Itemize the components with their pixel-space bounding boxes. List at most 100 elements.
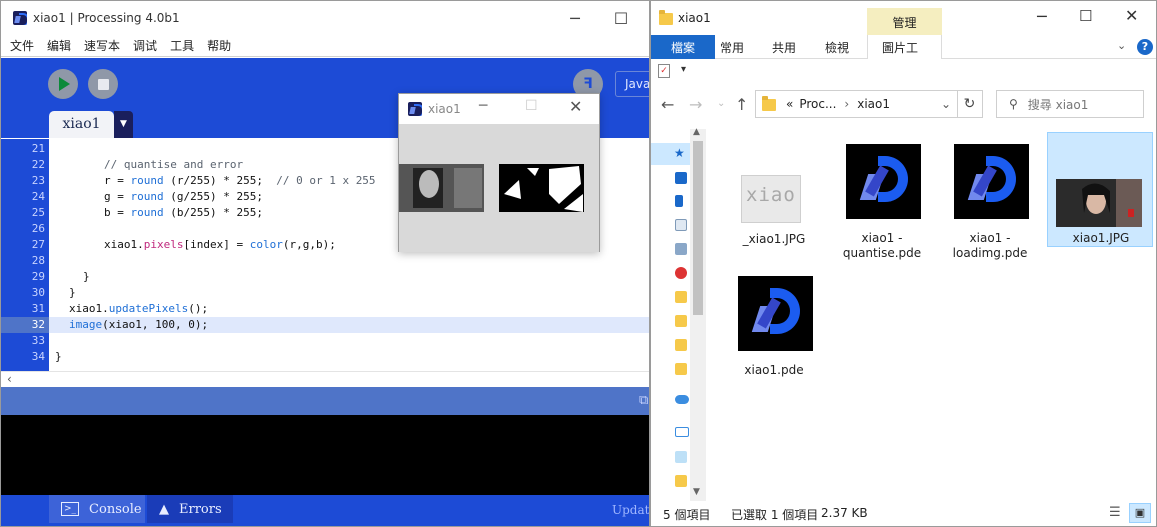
line-number: 29 [31, 270, 45, 283]
sketch-canvas[interactable] [399, 124, 599, 252]
address-part-xiao1[interactable]: xiao1 [857, 97, 890, 111]
menu-sketch[interactable]: 速写本 [84, 37, 120, 54]
menu-tools[interactable]: 工具 [170, 37, 194, 54]
maximize-icon[interactable]: ☐ [1079, 7, 1092, 25]
line-number: 30 [31, 286, 45, 299]
ribbon-tab-view[interactable]: 檢視 [825, 35, 849, 59]
menu-help[interactable]: 帮助 [207, 37, 231, 54]
processing-file-icon [738, 276, 813, 351]
navigation-bar: ← → ⌄ ↑ « Proc... › xiao1 ⌄ ↻ ⚲ 搜尋 xiao1 [651, 85, 1156, 123]
menu-edit[interactable]: 编辑 [47, 37, 71, 54]
ribbon-tab-share[interactable]: 共用 [772, 35, 796, 59]
this-pc-icon[interactable] [675, 427, 689, 437]
ribbon-file-tab[interactable]: 檔案 [651, 35, 715, 59]
refresh-button[interactable]: ↻ [957, 90, 983, 118]
manage-tab[interactable]: 管理 [867, 8, 942, 35]
address-bar[interactable]: « Proc... › xiao1 ⌄ [755, 90, 958, 118]
console-tab[interactable]: >_ Console [49, 495, 145, 523]
quick-access-item[interactable]: ★ [651, 143, 690, 165]
photo-face [419, 170, 439, 198]
folder-icon[interactable] [675, 339, 687, 351]
search-icon: ⚲ [1009, 97, 1018, 111]
horizontal-scrollbar[interactable]: ‹ [1, 371, 649, 387]
maximize-icon[interactable]: ☐ [598, 1, 644, 35]
onedrive-icon[interactable] [675, 395, 689, 404]
mode-selector[interactable]: Java [615, 71, 649, 97]
address-overflow[interactable]: « [786, 97, 793, 111]
menu-debug[interactable]: 调试 [133, 37, 157, 54]
music-icon[interactable] [675, 267, 687, 279]
up-icon[interactable]: ↑ [735, 95, 748, 114]
folder-icon[interactable] [675, 291, 687, 303]
file-item[interactable]: xiao1 -loadimg.pde [937, 139, 1043, 260]
scroll-left-icon[interactable]: ‹ [7, 372, 12, 386]
tab-xiao1[interactable]: xiao1 [49, 111, 114, 138]
folder-icon[interactable] [675, 315, 687, 327]
photo-thumbnail [1056, 179, 1142, 227]
code-line: 31 xiao1.updatePixels(); [1, 301, 649, 317]
file-item-selected[interactable]: xiao1.JPG [1047, 132, 1153, 247]
forward-icon[interactable]: → [689, 95, 702, 114]
large-icons-view-icon[interactable]: ▣ [1129, 503, 1151, 523]
folder-icon[interactable] [675, 475, 687, 487]
properties-icon[interactable]: ✓ [658, 64, 670, 78]
desktop-icon[interactable] [675, 172, 687, 184]
help-icon[interactable]: ? [1137, 39, 1153, 55]
run-button[interactable] [48, 69, 78, 99]
ribbon-tab-home[interactable]: 常用 [720, 35, 744, 59]
scrollbar-thumb[interactable] [693, 141, 703, 315]
address-part-proc[interactable]: Proc... [799, 97, 836, 111]
play-icon [59, 77, 70, 91]
sketch-title-bar: xiao1 ─ ☐ ✕ [399, 94, 599, 124]
code-text: } [69, 286, 76, 299]
close-icon[interactable]: ✕ [1125, 6, 1138, 25]
file-item[interactable]: xiao _xiao1.JPG [721, 139, 827, 255]
document-icon[interactable] [675, 219, 687, 231]
copy-icon[interactable]: ⧉ [639, 393, 648, 408]
quick-access-toolbar: ✓ ▾ [651, 59, 1156, 85]
ide-menu-bar: 文件 编辑 速写本 调试 工具 帮助 [1, 35, 649, 57]
selection-count: 已選取 1 個項目 [731, 508, 819, 522]
explorer-status-bar: 5 個項目 已選取 1 個項目 2.37 KB ☰ ▣ [651, 501, 1156, 526]
ribbon-tab-picture-tools[interactable]: 圖片工具 [867, 35, 942, 72]
chevron-down-icon[interactable]: ⌄ [1117, 39, 1126, 52]
scroll-up-icon[interactable]: ▲ [693, 127, 700, 137]
ide-title-bar: xiao1 | Processing 4.0b1 ─ ☐ [1, 1, 649, 35]
maximize-icon[interactable]: ☐ [525, 98, 538, 114]
file-name: xiao1.pde [744, 363, 804, 377]
minimize-icon[interactable]: ─ [552, 1, 598, 35]
code-text: } [55, 350, 62, 363]
minimize-icon[interactable]: ─ [479, 98, 487, 114]
folder-icon[interactable] [675, 363, 687, 375]
recent-locations-icon[interactable]: ⌄ [717, 98, 725, 109]
explorer-window-title: xiao1 [678, 11, 711, 25]
file-item[interactable]: xiao1 - quantise.pde [829, 139, 935, 260]
ribbon-tabs: 檔案 常用 共用 檢視 圖片工具 ⌄ ? [651, 35, 1156, 72]
chevron-down-icon[interactable]: ⌄ [941, 97, 951, 111]
search-input[interactable]: ⚲ 搜尋 xiao1 [996, 90, 1144, 118]
code-text: g = round (g/255) * 255; [104, 190, 263, 203]
tab-menu-button[interactable]: ▼ [114, 111, 133, 138]
console-output[interactable] [1, 415, 649, 495]
stop-button[interactable] [88, 69, 118, 99]
photo-thumbnail-icon [1056, 179, 1142, 227]
file-explorer-window: xiao1 管理 ─ ☐ ✕ 檔案 常用 共用 檢視 圖片工具 ⌄ ? ✓ ▾ … [650, 0, 1157, 527]
updates-link[interactable]: Updates [612, 503, 649, 517]
scroll-down-icon[interactable]: ▼ [693, 487, 700, 497]
back-icon[interactable]: ← [661, 95, 674, 114]
menu-file[interactable]: 文件 [10, 37, 34, 54]
refresh-icon: ↻ [963, 96, 976, 112]
line-number: 24 [31, 190, 45, 203]
star-icon: ★ [674, 146, 685, 160]
navigation-scrollbar[interactable]: ▲ ▼ [690, 127, 706, 501]
details-view-icon[interactable]: ☰ [1109, 505, 1121, 520]
download-icon[interactable] [675, 195, 683, 207]
customize-toolbar-icon[interactable]: ▾ [681, 64, 686, 75]
close-icon[interactable]: ✕ [569, 97, 582, 116]
errors-tab[interactable]: ▲ Errors [147, 495, 233, 523]
pictures-icon[interactable] [675, 243, 687, 255]
minimize-icon[interactable]: ─ [1037, 7, 1047, 26]
file-item[interactable]: xiao1.pde [721, 271, 827, 387]
search-placeholder: 搜尋 xiao1 [1027, 97, 1089, 112]
object-3d-icon[interactable] [675, 451, 687, 463]
